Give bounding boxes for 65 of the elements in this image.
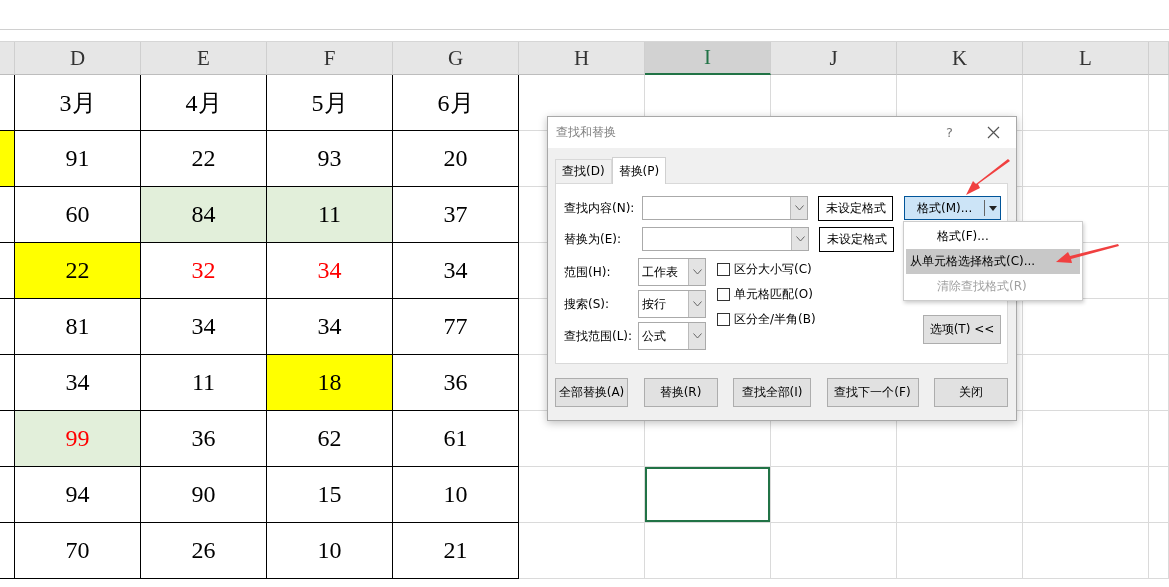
column-header[interactable]: F xyxy=(267,42,393,75)
checkbox-label: 单元格匹配(O) xyxy=(734,286,813,303)
table-cell: 22 xyxy=(15,243,141,299)
table-cell: 20 xyxy=(393,131,519,187)
format-preview-button[interactable]: 未设定格式 xyxy=(818,195,894,221)
dialog-button[interactable]: 查找全部(I) xyxy=(733,378,811,407)
table-cell: 61 xyxy=(393,411,519,467)
dropdown-field[interactable]: 公式 xyxy=(638,322,706,350)
table-cell: 32 xyxy=(141,243,267,299)
table-cell: 11 xyxy=(267,187,393,243)
options-button[interactable]: 选项(T) << xyxy=(923,315,1001,344)
column-header[interactable]: E xyxy=(141,42,267,75)
help-button[interactable]: ? xyxy=(946,125,953,140)
table-cell: 36 xyxy=(393,355,519,411)
column-header[interactable]: J xyxy=(771,42,897,75)
column-header[interactable]: H xyxy=(519,42,645,75)
table-cell: 91 xyxy=(15,131,141,187)
tab[interactable]: 查找(D) xyxy=(555,159,612,183)
table-cell: 34 xyxy=(267,243,393,299)
option-label: 范围(H): xyxy=(564,263,612,281)
field-label: 替换为(E): xyxy=(564,230,622,248)
table-cell: 70 xyxy=(15,523,141,579)
format-preview-button[interactable]: 未设定格式 xyxy=(819,226,894,252)
table-cell: 15 xyxy=(267,467,393,523)
column-header[interactable]: D xyxy=(15,42,141,75)
column-header[interactable]: I xyxy=(645,42,771,75)
dropdown-field[interactable]: 工作表 xyxy=(638,258,706,286)
table-cell: 3月 xyxy=(15,75,141,131)
column-header[interactable]: G xyxy=(393,42,519,75)
dialog-button[interactable]: 查找下一个(F) xyxy=(826,378,919,407)
table-cell: 34 xyxy=(393,243,519,299)
table-cell: 90 xyxy=(141,467,267,523)
table-cell: 18 xyxy=(267,355,393,411)
table-cell: 99 xyxy=(15,411,141,467)
dropdown-field[interactable]: 按行 xyxy=(638,290,706,318)
column-header[interactable]: K xyxy=(897,42,1023,75)
table-cell: 62 xyxy=(267,411,393,467)
dialog-title: 查找和替换 xyxy=(556,124,617,141)
table-cell: 4月 xyxy=(141,75,267,131)
checkbox-label: 区分大小写(C) xyxy=(734,261,812,278)
option-label: 查找范围(L): xyxy=(564,327,634,345)
table-cell: 5月 xyxy=(267,75,393,131)
menu-item[interactable]: 格式(F)... xyxy=(906,224,1080,249)
menu-item[interactable]: 从单元格选择格式(C)... xyxy=(906,249,1080,274)
table-cell: 94 xyxy=(15,467,141,523)
table-cell: 77 xyxy=(393,299,519,355)
table-cell: 21 xyxy=(393,523,519,579)
table-cell: 37 xyxy=(393,187,519,243)
table-cell: 26 xyxy=(141,523,267,579)
table-cell: 36 xyxy=(141,411,267,467)
table-cell: 10 xyxy=(393,467,519,523)
tab[interactable]: 替换(P) xyxy=(611,157,667,184)
dialog-button[interactable]: 替换(R) xyxy=(643,378,718,407)
table-cell: 10 xyxy=(267,523,393,579)
column-header[interactable]: L xyxy=(1023,42,1149,75)
format-split-button[interactable]: 格式(M)... xyxy=(904,196,1001,220)
table-cell: 84 xyxy=(141,187,267,243)
checkbox-label: 区分全/半角(B) xyxy=(734,311,816,328)
dialog-button[interactable]: 关闭 xyxy=(934,378,1008,407)
dialog-button[interactable]: 全部替换(A) xyxy=(555,378,628,407)
table-cell: 81 xyxy=(15,299,141,355)
option-label: 搜索(S): xyxy=(564,295,611,313)
table-cell: 34 xyxy=(141,299,267,355)
table-cell: 6月 xyxy=(393,75,519,131)
field-label: 查找内容(N): xyxy=(564,199,636,217)
